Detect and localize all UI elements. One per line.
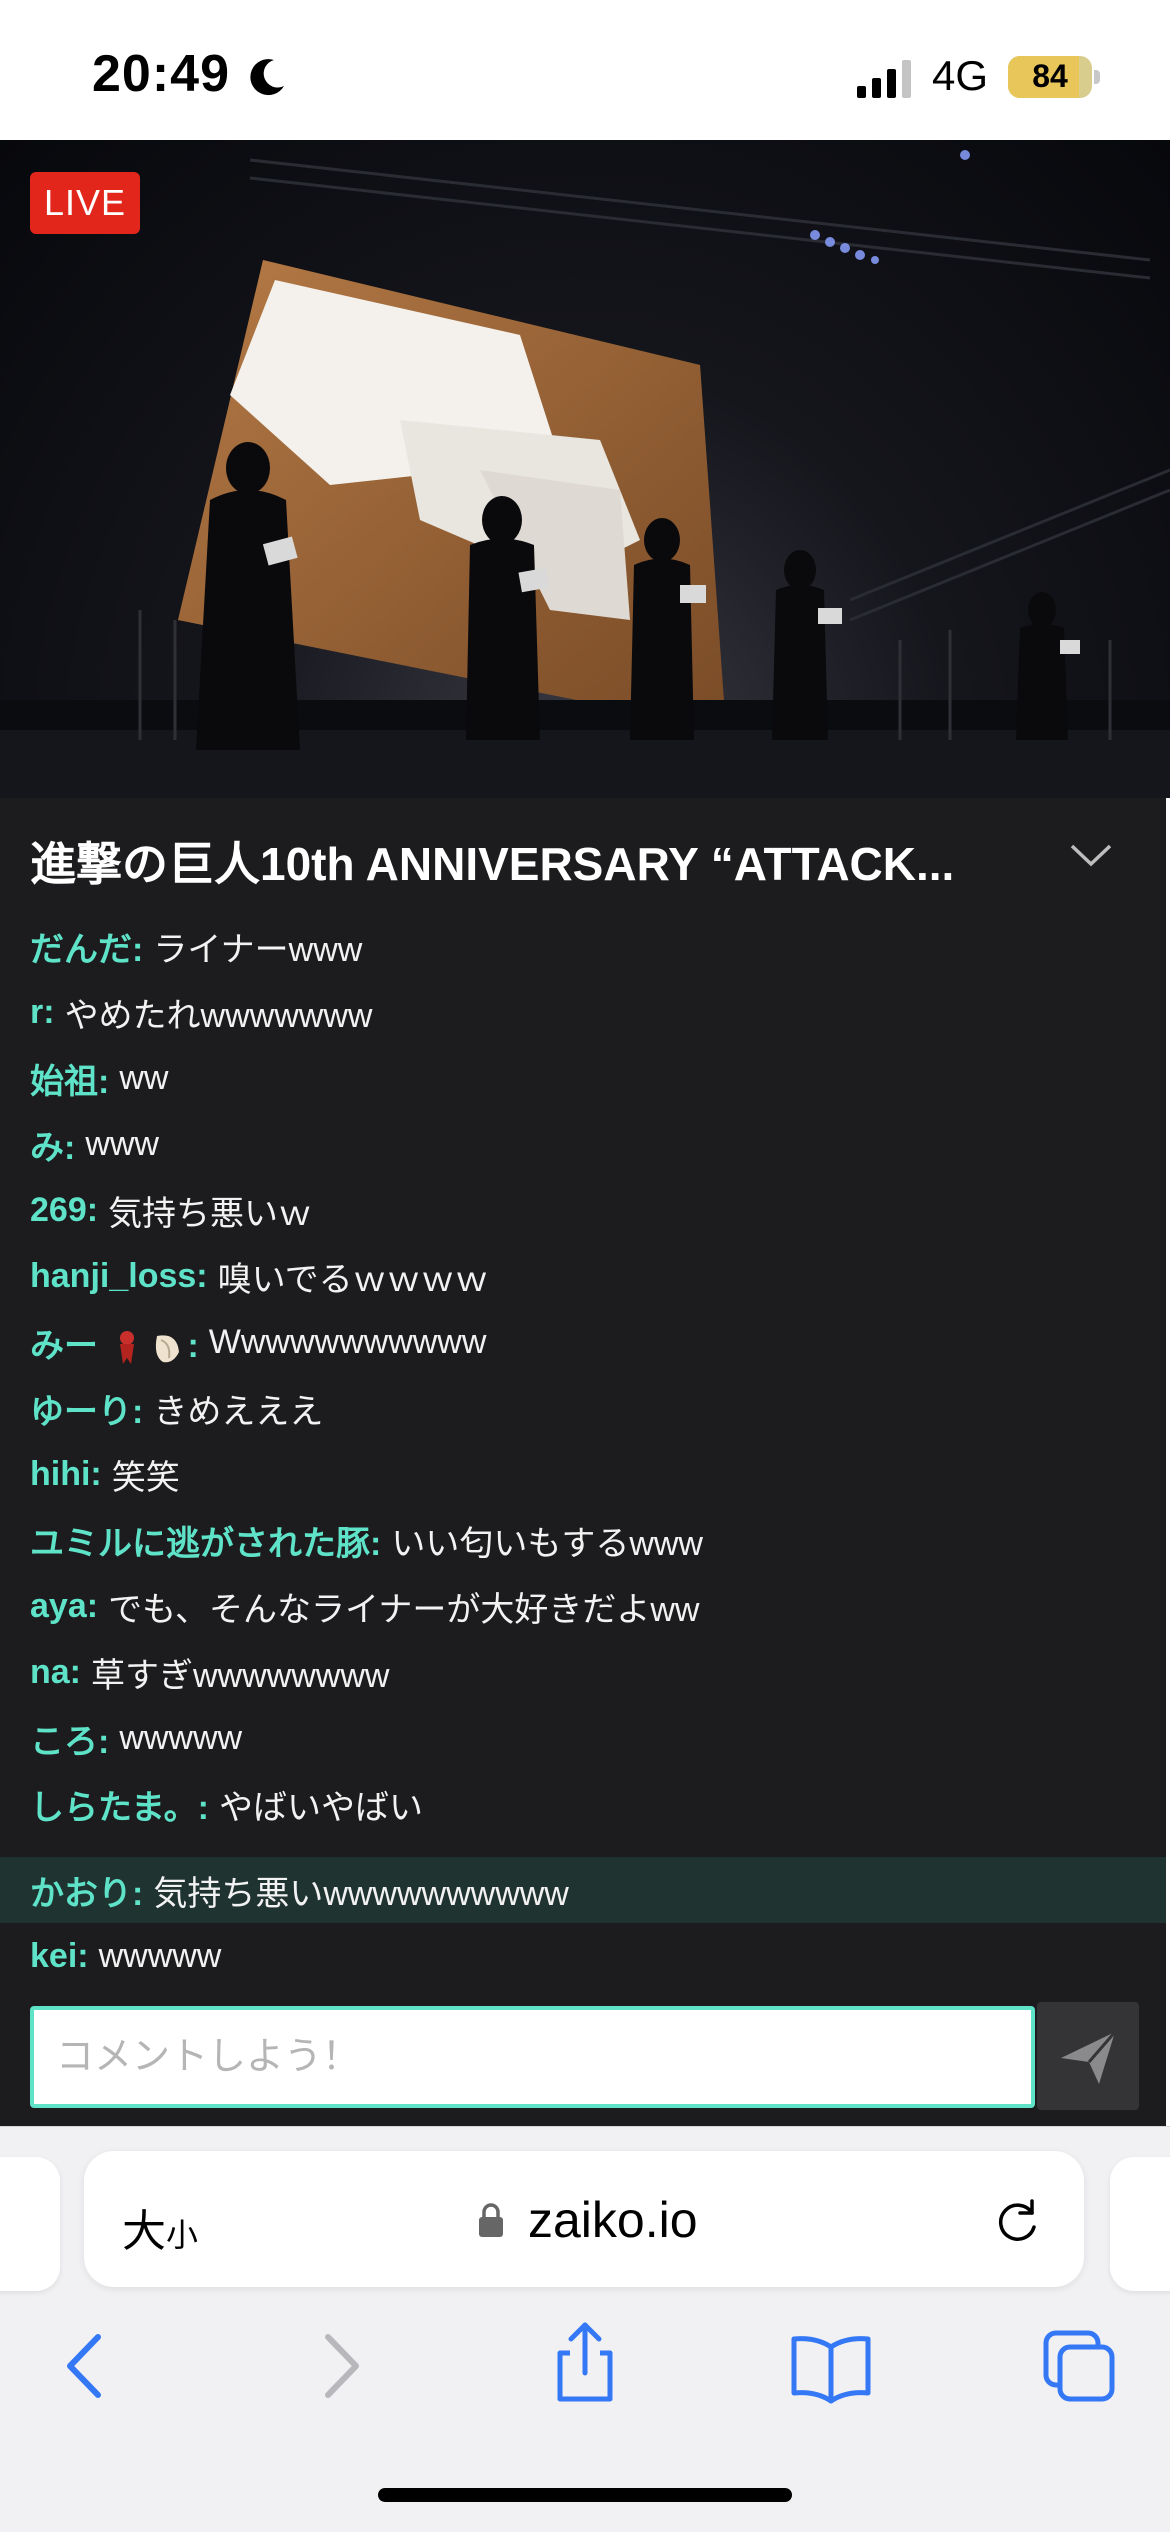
chat-message: kei: wwwww (0, 1923, 1166, 1989)
text-size-button[interactable]: 大小 (122, 2195, 198, 2259)
event-title-bar[interactable]: 進撃の巨人10th ANNIVERSARY “ATTACK... (0, 798, 1166, 913)
chat-text: きめえええ (153, 1392, 324, 1431)
chat-username[interactable]: aya: (30, 1587, 98, 1626)
text-size-big-label: 大 (122, 2207, 166, 2256)
battery-icon: 84 (1008, 56, 1092, 98)
chat-username[interactable]: hanji_loss: (30, 1257, 208, 1296)
battery-level: 84 (1032, 58, 1068, 94)
chat-message: hihi: 笑笑 (0, 1441, 1166, 1507)
chat-username[interactable]: しらたま。: (30, 1780, 209, 1829)
chat-message: 269: 気持ち悪いｗ (0, 1177, 1166, 1243)
chat-username[interactable]: ゆーり: (30, 1384, 143, 1433)
chat-text: ライナーwww (153, 930, 363, 969)
chat-message: みー : Wwwwwwwwwww (0, 1309, 1166, 1375)
status-bar: 20:49 4G 84 (0, 0, 1170, 140)
chat-message: r: やめたれwwwwwww (0, 979, 1166, 1045)
chat-username[interactable]: かおり: (30, 1866, 143, 1915)
chat-username[interactable]: hihi: (30, 1455, 102, 1494)
reload-icon[interactable] (992, 2195, 1044, 2247)
chat-username[interactable]: kei: (30, 1937, 89, 1976)
live-video-player[interactable]: LIVE (0, 140, 1170, 798)
chat-text: いい匂いもするwww (391, 1524, 703, 1563)
chat-message: na: 草すぎwwwwwwww (0, 1639, 1166, 1705)
chat-text: やめたれwwwwwww (64, 996, 373, 1035)
chat-username[interactable]: 始祖: (30, 1054, 109, 1103)
live-badge: LIVE (30, 172, 141, 234)
chat-username[interactable]: na: (30, 1653, 81, 1692)
url-text: zaiko.io (528, 2192, 698, 2248)
chat-message: hanji_loss: 嗅いでるｗｗｗｗ (0, 1243, 1166, 1309)
chat-text: Wwwwwwwwwww (208, 1322, 487, 1361)
chat-text: 嗅いでるｗｗｗｗ (217, 1260, 489, 1299)
chat-message: み: www (0, 1111, 1166, 1177)
status-time: 20:49 (92, 45, 230, 103)
network-label: 4G (932, 52, 989, 99)
chat-text: 笑笑 (111, 1458, 180, 1497)
chat-username-colon: : (187, 1326, 199, 1365)
chat-username[interactable]: 269: (30, 1191, 98, 1230)
chevron-down-icon[interactable] (1066, 834, 1116, 874)
browser-bottom-bar: 大小 zaiko.io (0, 2126, 1170, 2532)
chat-message: ころ: wwwww (0, 1705, 1166, 1771)
chat-text: 気持ち悪いｗ (108, 1194, 313, 1233)
chat-message-highlighted: かおり: 気持ち悪いwwwwwwwwww (0, 1857, 1166, 1923)
stage-scene (0, 150, 1170, 798)
next-tab-peek[interactable] (1110, 2157, 1170, 2291)
chat-text: ww (119, 1058, 169, 1097)
chat-text: www (85, 1124, 159, 1163)
event-title: 進撃の巨人10th ANNIVERSARY “ATTACK... (30, 838, 955, 890)
back-icon[interactable] (42, 2321, 132, 2411)
chat-text: 気持ち悪いwwwwwwwwww (153, 1874, 569, 1913)
chat-username[interactable]: r: (30, 993, 55, 1032)
chat-username[interactable]: み: (30, 1120, 75, 1169)
chat-username[interactable]: ユミルに逃がされた豚: (30, 1516, 381, 1565)
send-icon (1061, 2031, 1117, 2084)
chat-list[interactable]: だんだ: ライナーwww r: やめたれwwwwwww 始祖: ww み: ww… (0, 913, 1166, 1986)
chat-message: だんだ: ライナーwww (0, 913, 1166, 979)
shell-emoji (156, 1334, 180, 1362)
share-icon[interactable] (540, 2317, 630, 2407)
previous-tab-peek[interactable] (0, 2157, 60, 2291)
forward-icon[interactable] (294, 2321, 384, 2411)
comment-input[interactable] (30, 2006, 1035, 2108)
chat-message: ゆーり: きめえええ (0, 1375, 1166, 1441)
comment-composer (0, 1986, 1166, 2126)
chat-text: やばいやばい (218, 1788, 423, 1827)
chat-text: wwwww (119, 1718, 243, 1757)
chat-username[interactable]: だんだ: (30, 922, 143, 971)
chat-text: 草すぎwwwwwwww (91, 1656, 390, 1695)
chat-username[interactable]: ころ: (30, 1714, 109, 1763)
chat-message: ユミルに逃がされた豚: いい匂いもするwww (0, 1507, 1166, 1573)
battery-cap (1094, 70, 1100, 84)
chat-username-text: みー (30, 1326, 98, 1365)
chat-message: aya: でも、そんなライナーが大好きだよww (0, 1573, 1166, 1639)
text-size-small-label: 小 (166, 2217, 199, 2253)
moon-icon (250, 59, 284, 96)
chat-message: 始祖: ww (0, 1045, 1166, 1111)
address-bar[interactable]: 大小 zaiko.io (84, 2151, 1084, 2287)
red-scarf-emoji (120, 1330, 135, 1364)
signal-icon (857, 60, 911, 98)
lock-icon (479, 2203, 503, 2237)
tabs-icon[interactable] (1034, 2321, 1124, 2411)
chat-username[interactable]: みー : (30, 1318, 199, 1367)
bookmarks-icon[interactable] (786, 2321, 876, 2411)
chat-text: でも、そんなライナーが大好きだよww (108, 1590, 700, 1629)
home-indicator[interactable] (378, 2488, 792, 2502)
send-button[interactable] (1037, 2002, 1139, 2110)
chat-message: しらたま。: やばいやばい (0, 1771, 1166, 1837)
chat-text: wwwww (98, 1936, 222, 1975)
